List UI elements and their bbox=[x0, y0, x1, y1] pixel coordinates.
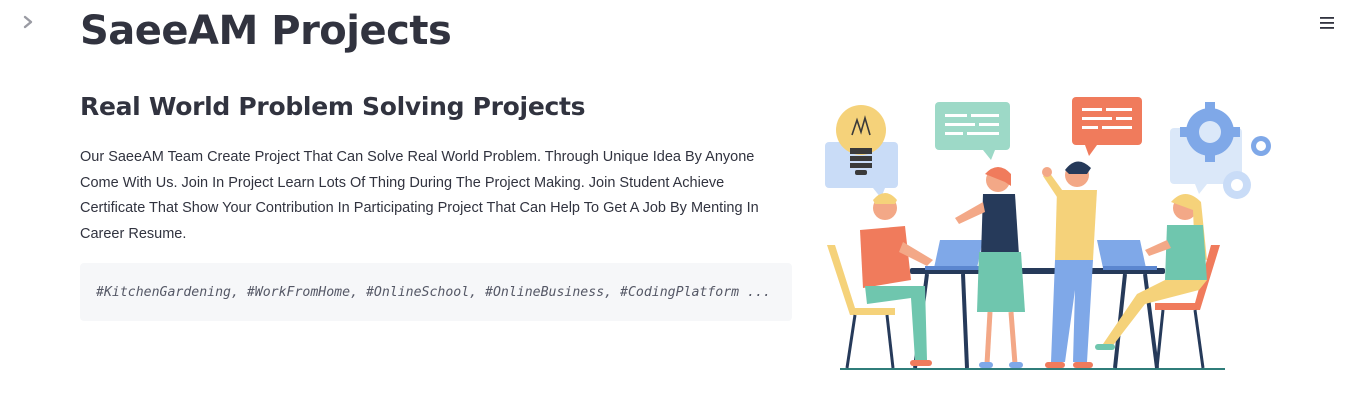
page-title: SaeeAM Projects bbox=[80, 8, 452, 54]
tags-code-text: #KitchenGardening, #WorkFromHome, #Onlin… bbox=[96, 284, 771, 300]
tags-code-block: #KitchenGardening, #WorkFromHome, #Onlin… bbox=[80, 263, 792, 321]
project-description: Our SaeeAM Team Create Project That Can … bbox=[80, 149, 759, 242]
chat-bubble-icon bbox=[935, 102, 1010, 160]
laptop-right bbox=[1097, 240, 1157, 270]
person-standing-man bbox=[1042, 161, 1097, 368]
lightbulb-icon bbox=[825, 105, 898, 198]
team-collaboration-illustration bbox=[825, 97, 1271, 370]
hamburger-menu-icon bbox=[1320, 17, 1334, 29]
gears-icon bbox=[1170, 102, 1271, 199]
message-bubble-icon bbox=[1072, 97, 1142, 156]
sidebar-toggle-button[interactable] bbox=[18, 12, 38, 32]
person-seated-left bbox=[860, 193, 933, 366]
section-heading: Real World Problem Solving Projects bbox=[80, 92, 586, 121]
chevron-right-icon bbox=[23, 15, 33, 29]
laptop-left bbox=[925, 240, 983, 270]
main-menu-button[interactable] bbox=[1316, 12, 1338, 34]
